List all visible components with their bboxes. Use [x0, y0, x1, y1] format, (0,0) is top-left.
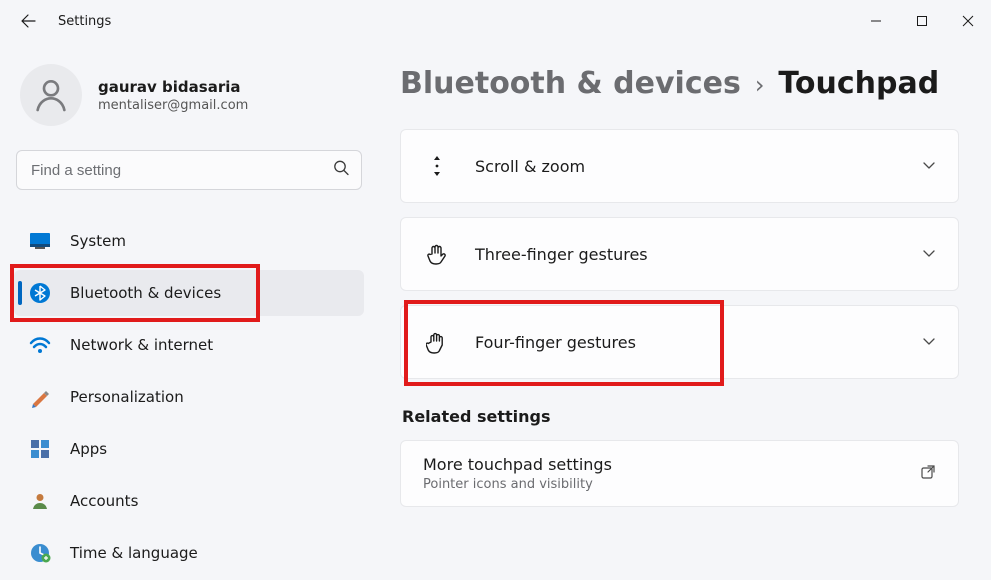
- avatar: [20, 64, 82, 126]
- sidebar-item-label: System: [70, 232, 126, 250]
- card-three-finger[interactable]: Three-finger gestures: [400, 217, 959, 291]
- related-heading: Related settings: [402, 407, 959, 426]
- card-label: Four-finger gestures: [475, 333, 636, 352]
- maximize-button[interactable]: [899, 1, 945, 41]
- sidebar-item-personalization[interactable]: Personalization: [14, 374, 364, 420]
- sidebar-item-network[interactable]: Network & internet: [14, 322, 364, 368]
- sidebar-item-accounts[interactable]: Accounts: [14, 478, 364, 524]
- user-email: mentaliser@gmail.com: [98, 98, 248, 113]
- chevron-down-icon: [922, 333, 936, 352]
- related-title: More touchpad settings: [423, 455, 612, 474]
- sidebar-item-system[interactable]: System: [14, 218, 364, 264]
- apps-icon: [28, 437, 52, 461]
- sidebar-item-label: Personalization: [70, 388, 184, 406]
- sidebar-item-label: Network & internet: [70, 336, 213, 354]
- sidebar: gaurav bidasaria mentaliser@gmail.com Sy…: [0, 42, 378, 578]
- related-subtitle: Pointer icons and visibility: [423, 477, 612, 492]
- nav: System Bluetooth & devices Network & int…: [14, 218, 364, 580]
- search-input[interactable]: [16, 150, 362, 190]
- scroll-zoom-icon: [423, 154, 451, 178]
- hand-icon: [423, 242, 451, 266]
- chevron-down-icon: [922, 157, 936, 176]
- bluetooth-icon: [28, 281, 52, 305]
- user-block[interactable]: gaurav bidasaria mentaliser@gmail.com: [14, 60, 364, 146]
- maximize-icon: [916, 15, 928, 27]
- close-icon: [962, 15, 974, 27]
- sidebar-item-label: Bluetooth & devices: [70, 284, 221, 302]
- hand-icon: [423, 330, 451, 354]
- personalization-icon: [28, 385, 52, 409]
- accounts-icon: [28, 489, 52, 513]
- time-icon: [28, 541, 52, 565]
- back-button[interactable]: [10, 3, 46, 39]
- network-icon: [28, 333, 52, 357]
- breadcrumb-parent[interactable]: Bluetooth & devices: [400, 66, 741, 101]
- card-label: Three-finger gestures: [475, 245, 648, 264]
- sidebar-item-label: Apps: [70, 440, 107, 458]
- card-four-finger[interactable]: Four-finger gestures: [400, 305, 959, 379]
- back-arrow-icon: [20, 13, 36, 29]
- breadcrumb: Bluetooth & devices › Touchpad: [400, 66, 959, 101]
- user-name: gaurav bidasaria: [98, 78, 248, 96]
- sidebar-item-apps[interactable]: Apps: [14, 426, 364, 472]
- content: Bluetooth & devices › Touchpad Scroll & …: [378, 42, 991, 578]
- sidebar-item-bluetooth[interactable]: Bluetooth & devices: [14, 270, 364, 316]
- card-label: Scroll & zoom: [475, 157, 585, 176]
- app-title: Settings: [58, 14, 111, 29]
- card-more-touchpad[interactable]: More touchpad settings Pointer icons and…: [400, 440, 959, 507]
- card-scroll-zoom[interactable]: Scroll & zoom: [400, 129, 959, 203]
- minimize-button[interactable]: [853, 1, 899, 41]
- chevron-down-icon: [922, 245, 936, 264]
- open-external-icon: [920, 464, 936, 484]
- sidebar-item-time[interactable]: Time & language: [14, 530, 364, 576]
- chevron-right-icon: ›: [755, 71, 765, 99]
- person-icon: [31, 75, 71, 115]
- close-button[interactable]: [945, 1, 991, 41]
- minimize-icon: [870, 15, 882, 27]
- system-icon: [28, 229, 52, 253]
- search-icon: [333, 160, 350, 181]
- sidebar-item-label: Accounts: [70, 492, 138, 510]
- breadcrumb-current: Touchpad: [778, 66, 939, 101]
- sidebar-item-label: Time & language: [70, 544, 198, 562]
